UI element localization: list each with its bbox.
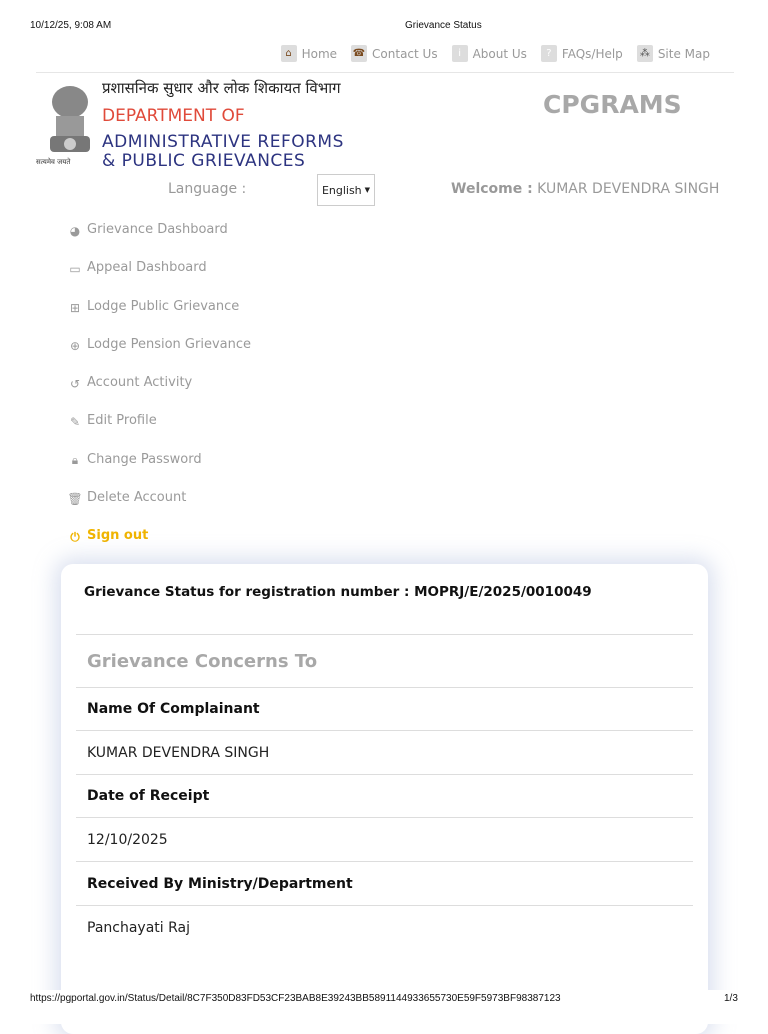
top-nav: ⌂ Home ☎ Contact Us i About Us ? FAQs/Help ⁂… [280, 45, 710, 62]
lock-icon: 🔒︎ [71, 453, 79, 468]
field-value: Panchayati Raj [76, 905, 693, 949]
welcome-label: Welcome : [451, 181, 533, 197]
trash-icon: 🗑︎ [67, 492, 83, 507]
field-label: Received By Ministry/Department [76, 861, 693, 905]
welcome-text: Welcome : KUMAR DEVENDRA SINGH [451, 181, 719, 197]
nav-about-us[interactable]: i About Us [451, 45, 527, 62]
nav-label: Home [301, 46, 338, 61]
nav-site-map[interactable]: ⁂ Site Map [636, 45, 710, 62]
dept-name-line1: DEPARTMENT OF [102, 106, 245, 126]
menu-label: Appeal Dashboard [87, 260, 207, 276]
grievance-status-card: Grievance Status for registration number… [61, 564, 708, 1034]
menu-label: Edit Profile [87, 413, 157, 429]
menu-label: Grievance Dashboard [87, 222, 228, 237]
info-icon: i [451, 45, 468, 62]
field-label: Name Of Complainant [76, 687, 693, 730]
monitor-icon: ▭ [69, 262, 81, 277]
national-emblem-logo: सत्यमेव जयते [36, 80, 96, 170]
caret-down-icon: ▼ [364, 186, 371, 194]
print-datetime: 10/12/25, 9:08 AM [30, 20, 112, 31]
nav-label: Site Map [657, 46, 710, 61]
plus-circle-icon: ⊕ [69, 338, 81, 353]
dept-name-line3: & PUBLIC GRIEVANCES [102, 151, 306, 171]
menu-lodge-public-grievance[interactable]: ⊞ Lodge Public Grievance [68, 299, 251, 337]
section-heading: Grievance Concerns To [76, 634, 693, 687]
dashboard-icon: ◕ [69, 224, 81, 238]
field-value: KUMAR DEVENDRA SINGH [76, 730, 693, 774]
menu-lodge-pension-grievance[interactable]: ⊕ Lodge Pension Grievance [68, 337, 251, 375]
field-label: Date of Receipt [76, 774, 693, 817]
history-icon: ↺ [69, 377, 81, 392]
field-value: 12/10/2025 [76, 817, 693, 861]
app-title: CPGRAMS [543, 90, 682, 119]
side-menu: ◕ Grievance Dashboard ▭ Appeal Dashboard ⊞… [67, 222, 251, 567]
print-title: Grievance Status [405, 20, 482, 31]
user-name: KUMAR DEVENDRA SINGH [537, 181, 720, 197]
emblem-motto: सत्यमेव जयते [36, 158, 71, 166]
phone-icon: ☎ [351, 45, 368, 62]
divider [36, 72, 734, 73]
menu-label: Account Activity [87, 375, 193, 391]
power-icon: ⏻ [70, 529, 80, 544]
nav-contact-us[interactable]: ☎ Contact Us [351, 45, 438, 62]
help-icon: ? [540, 45, 557, 62]
dept-hindi-name: प्रशासनिक सुधार और लोक शिकायत विभाग [102, 79, 341, 97]
menu-sign-out[interactable]: ⏻ Sign out [68, 528, 251, 566]
menu-account-activity[interactable]: ↺ Account Activity [68, 375, 251, 413]
print-url: https://pgportal.gov.in/Status/Detail/8C… [30, 993, 561, 1004]
menu-label: Delete Account [87, 490, 187, 506]
menu-grievance-dashboard[interactable]: ◕ Grievance Dashboard [68, 222, 251, 260]
nav-faqs-help[interactable]: ? FAQs/Help [540, 45, 623, 62]
menu-appeal-dashboard[interactable]: ▭ Appeal Dashboard [68, 260, 251, 298]
home-icon: ⌂ [280, 45, 297, 62]
nav-label: FAQs/Help [561, 46, 623, 61]
menu-label: Lodge Public Grievance [87, 298, 240, 314]
print-page-number: 1/3 [724, 993, 738, 1004]
language-label: Language : [168, 181, 247, 197]
plus-square-icon: ⊞ [69, 300, 81, 315]
nav-home[interactable]: ⌂ Home [280, 45, 338, 62]
nav-label: Contact Us [372, 46, 438, 61]
edit-icon: ✎ [69, 415, 81, 430]
sitemap-icon: ⁂ [636, 45, 653, 62]
dept-name-line2: ADMINISTRATIVE REFORMS [102, 132, 344, 152]
menu-edit-profile[interactable]: ✎ Edit Profile [68, 413, 251, 451]
language-select[interactable]: English ▼ [317, 174, 375, 206]
card-title: Grievance Status for registration number… [84, 584, 592, 600]
nav-label: About Us [472, 46, 527, 61]
menu-change-password[interactable]: 🔒︎ Change Password [68, 452, 251, 490]
menu-label: Change Password [87, 451, 202, 467]
menu-label: Lodge Pension Grievance [87, 336, 251, 352]
language-value: English [321, 183, 362, 197]
menu-label: Sign out [87, 528, 149, 544]
menu-delete-account[interactable]: 🗑︎ Delete Account [67, 490, 251, 528]
